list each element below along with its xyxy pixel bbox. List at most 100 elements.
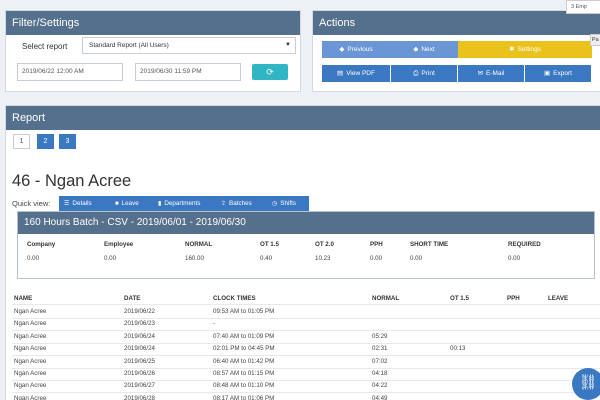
details-label: Details — [72, 200, 92, 207]
table-header-divider — [12, 304, 600, 305]
table-header-ot15: OT 1.5 — [450, 295, 469, 302]
table-cell-name: Ngan Acree — [14, 345, 47, 353]
refresh-icon: ⟳ — [266, 67, 274, 77]
export-icon: ▣ — [544, 70, 551, 77]
date-to-input[interactable]: 2019/06/30 11:59 PM — [135, 63, 241, 81]
table-cell-date: 2019/06/26 — [124, 370, 155, 377]
table-cell-name: Ngan Acree — [14, 320, 47, 328]
table-row-divider — [12, 380, 600, 381]
print-button[interactable]: ⎙ Print — [391, 65, 457, 82]
batch-header-short-time: SHORT TIME — [410, 241, 449, 248]
table-cell-normal: 02:31 — [372, 345, 388, 353]
view-pdf-label: View PDF — [346, 70, 375, 77]
refresh-button[interactable]: ⟳ — [252, 64, 288, 80]
export-button[interactable]: ▣ Export — [525, 65, 591, 82]
page-button-2[interactable]: 2 — [37, 134, 54, 149]
table-cell-date: 2019/06/22 — [124, 308, 155, 315]
export-label: Export — [553, 70, 572, 77]
table-header-leave: LEAVE — [548, 295, 569, 302]
side-tab[interactable]: Pa — [590, 34, 600, 46]
table-cell-date: 2019/06/24 — [124, 332, 155, 340]
table-cell-clock-times: 09:53 AM to 01:05 PM — [213, 308, 275, 315]
select-report-label: Select report — [22, 42, 68, 51]
date-from-input[interactable]: 2019/06/22 12:00 AM — [17, 63, 123, 81]
batch-value-employee: 0.00 — [104, 255, 117, 262]
quick-view-details-button[interactable]: ☰ Details — [59, 196, 110, 211]
document-icon: ▤ — [337, 70, 344, 77]
table-cell-normal: 05:29 — [372, 332, 388, 340]
table-row-divider — [12, 318, 600, 319]
table-cell-date: 2019/06/27 — [124, 382, 155, 390]
report-select-value: Standard Report (All Users) — [89, 42, 169, 49]
report-select[interactable]: Standard Report (All Users) ▼ — [82, 37, 296, 54]
next-label: Next — [421, 46, 435, 53]
batch-value-normal: 160.00 — [185, 255, 204, 262]
table-cell-date: 2019/06/25 — [124, 357, 155, 365]
table-cell-date: 2019/06/28 — [124, 394, 155, 400]
upload-icon: ⇪ — [221, 201, 227, 207]
employee-title: 46 - Ngan Acree — [12, 172, 132, 190]
table-cell-clock-times: - — [213, 320, 216, 328]
table-header-date: DATE — [124, 295, 141, 302]
building-icon: ▮ — [158, 201, 162, 207]
batch-value-ot20: 10.23 — [315, 255, 331, 262]
table-cell-name: Ngan Acree — [14, 332, 47, 340]
next-button[interactable]: ◆ Next — [390, 41, 458, 58]
batch-header-ot20: OT 2.0 — [315, 241, 334, 248]
quick-view-leave-button[interactable]: ■ Leave — [110, 196, 153, 211]
table-cell-normal: 04:22 — [372, 382, 388, 390]
batch-value-ot15: 0.40 — [260, 255, 273, 262]
table-cell-name: Ngan Acree — [14, 394, 47, 400]
table-cell-date: 2019/06/23 — [124, 320, 155, 328]
email-button[interactable]: ✉ E-Mail — [458, 65, 524, 82]
quick-view-shifts-button[interactable]: ◷ Shifts — [267, 196, 309, 211]
table-row-divider — [12, 367, 600, 369]
view-pdf-button[interactable]: ▤ View PDF — [322, 65, 390, 82]
batch-value-short-time: 0.00 — [410, 255, 423, 262]
batch-header-required: REQUIRED — [508, 241, 541, 248]
table-header-clock-times: CLOCK TIMES — [213, 295, 256, 302]
table-row-divider — [12, 392, 600, 394]
leave-label: Leave — [121, 200, 139, 207]
table-cell-name: Ngan Acree — [14, 308, 47, 315]
filter-panel-title: Filter/Settings — [6, 11, 300, 35]
batch-value-pph: 0.00 — [370, 255, 383, 262]
employee-count-tooltip: 3 Emp — [566, 0, 600, 14]
link-icon: ⛓ — [578, 374, 598, 391]
batch-header-ot15: OT 1.5 — [260, 241, 279, 248]
page-button-1[interactable]: 1 — [13, 134, 30, 149]
table-cell-date: 2019/06/24 — [124, 345, 155, 353]
table-cell-clock-times: 06:40 AM to 01:42 PM — [213, 357, 275, 365]
clock-icon: ◷ — [272, 201, 278, 207]
table-cell-clock-times: 02:01 PM to 04:45 PM — [213, 345, 275, 353]
batch-header-normal: NORMAL — [185, 241, 213, 248]
settings-label: Settings — [517, 46, 541, 53]
table-row-divider — [12, 355, 600, 357]
chevron-down-icon: ▼ — [285, 42, 291, 48]
list-icon: ☰ — [64, 201, 70, 207]
batch-value-company: 0.00 — [27, 255, 40, 262]
table-row-divider — [12, 342, 600, 344]
table-cell-clock-times: 08:48 AM to 01:10 PM — [213, 382, 275, 390]
settings-button[interactable]: ✱ Settings — [458, 41, 592, 58]
table-cell-normal: 07:02 — [372, 357, 388, 365]
previous-button[interactable]: ◆ Previous — [322, 41, 390, 58]
link-fab-button[interactable]: ⛓ — [572, 368, 600, 400]
actions-panel-title: Actions — [313, 11, 600, 35]
arrow-left-icon: ◆ — [339, 46, 345, 53]
quick-view-departments-button[interactable]: ▮ Departments — [153, 196, 216, 211]
table-cell-ot15: 00:13 — [450, 345, 466, 353]
batches-label: Batches — [229, 200, 252, 207]
report-panel-title: Report — [6, 106, 600, 130]
arrow-right-icon: ◆ — [413, 46, 419, 53]
table-cell-clock-times: 08:17 AM to 01:06 PM — [213, 394, 275, 400]
batch-title: 160 Hours Batch - CSV - 2019/06/01 - 201… — [18, 212, 594, 234]
batch-header-employee: Employee — [104, 241, 134, 248]
table-cell-clock-times: 08:57 AM to 01:15 PM — [213, 370, 275, 377]
table-header-normal: NORMAL — [372, 295, 400, 302]
departments-label: Departments — [164, 200, 201, 207]
quick-view-batches-button[interactable]: ⇪ Batches — [216, 196, 267, 211]
print-label: Print — [421, 70, 435, 77]
table-header-name: NAME — [14, 295, 33, 302]
page-button-3[interactable]: 3 — [59, 134, 76, 149]
